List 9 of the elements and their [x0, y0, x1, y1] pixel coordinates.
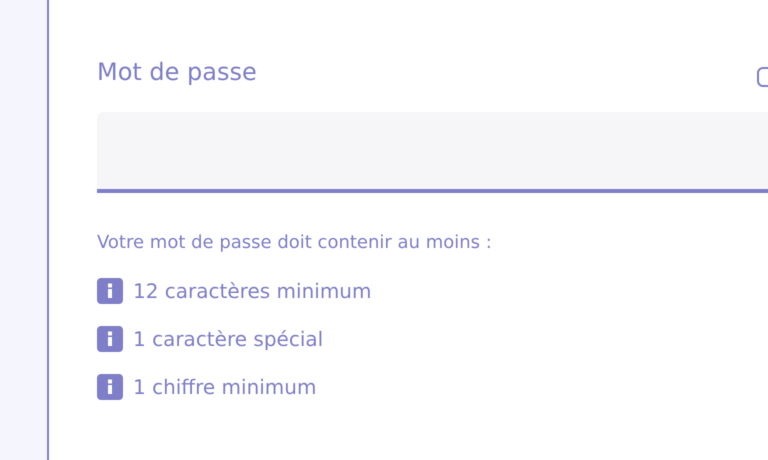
info-icon	[97, 278, 123, 304]
info-icon	[97, 326, 123, 352]
field-label: Mot de passe	[97, 57, 257, 88]
requirement-text: 1 caractère spécial	[133, 327, 324, 351]
requirement-text: 1 chiffre minimum	[133, 375, 316, 399]
password-field[interactable]	[97, 112, 768, 193]
info-icon	[97, 374, 123, 400]
hint-text: Votre mot de passe doit contenir au moins :	[97, 231, 492, 255]
requirement-text: 12 caractères minimum	[133, 279, 372, 303]
